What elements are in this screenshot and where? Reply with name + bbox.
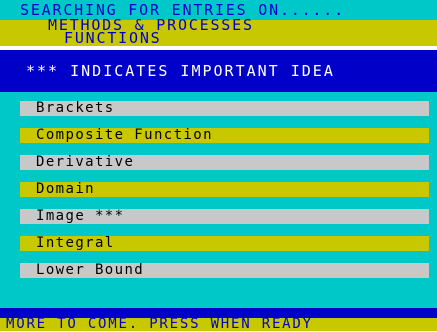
list-item-integral[interactable]: Integral	[20, 236, 429, 251]
screen: SEARCHING FOR ENTRIES ON...... METHODS &…	[0, 0, 437, 331]
subcategory-heading: FUNCTIONS	[64, 29, 162, 47]
important-note: *** INDICATES IMPORTANT IDEA	[26, 62, 335, 80]
search-heading: SEARCHING FOR ENTRIES ON......	[20, 1, 345, 19]
continue-prompt[interactable]: MORE TO COME. PRESS WHEN READY	[6, 317, 313, 331]
list-item-composite-function[interactable]: Composite Function	[20, 128, 429, 143]
list-item-brackets[interactable]: Brackets	[20, 101, 429, 116]
list-item-image[interactable]: Image ***	[20, 209, 429, 224]
list-item-derivative[interactable]: Derivative	[20, 155, 429, 170]
list-item-domain[interactable]: Domain	[20, 182, 429, 197]
list-item-lower-bound[interactable]: Lower Bound	[20, 263, 429, 278]
